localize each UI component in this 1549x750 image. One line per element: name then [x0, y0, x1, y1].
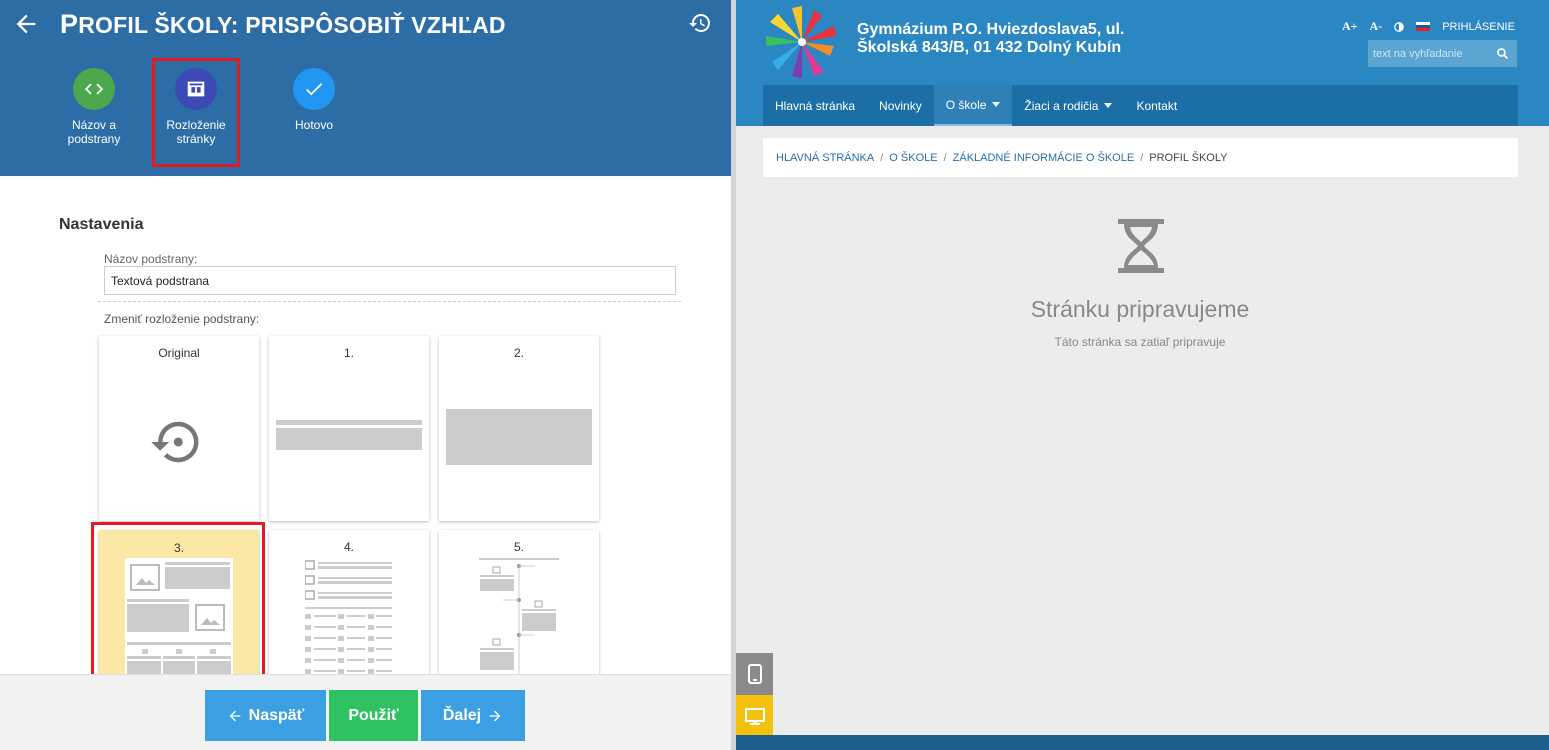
- nav-item-label: Hlavná stránka: [775, 98, 856, 113]
- apply-button[interactable]: Použiť: [329, 690, 418, 741]
- caret-down-icon: [992, 102, 1001, 107]
- step-page-layout[interactable]: Rozloženie stránky: [152, 58, 240, 167]
- login-link[interactable]: PRIHLÁSENIE: [1442, 21, 1515, 33]
- preview-bottom-bar: [736, 735, 1549, 750]
- wip-subtitle: Táto stránka sa zatiaľ pripravuje: [1054, 335, 1226, 349]
- contrast-icon[interactable]: [1394, 21, 1405, 32]
- editor-title-initial: P: [60, 9, 79, 39]
- breadcrumb-separator: /: [943, 151, 947, 164]
- nav-item-students-parents[interactable]: Žiaci a rodičia: [1012, 85, 1124, 126]
- layout-grid: Original 1. 2. 3. 4. 5.: [0, 330, 731, 674]
- site-search-input[interactable]: [1368, 40, 1496, 67]
- next-button[interactable]: Ďalej: [421, 690, 525, 741]
- font-decrease-button[interactable]: A-: [1370, 19, 1383, 34]
- site-tools: A+ A- PRIHLÁSENIE: [1342, 19, 1515, 34]
- editor-title: PROFIL ŠKOLY: PRISPÔSOBIŤ VZHĽAD: [60, 9, 506, 40]
- layout-3-preview: [125, 558, 233, 674]
- subpage-name-label: Názov podstrany:: [104, 252, 198, 266]
- caret-down-icon: [1104, 103, 1113, 108]
- restore-icon: [151, 421, 199, 463]
- layout-card-4[interactable]: 4.: [269, 530, 429, 674]
- nav-item-label: Kontakt: [1136, 98, 1178, 113]
- layout-1-preview: [276, 420, 422, 450]
- desktop-icon: [744, 707, 765, 725]
- back-arrow-icon[interactable]: [12, 10, 40, 38]
- divider-line: [98, 301, 681, 302]
- step-2-label: Rozloženie stránky: [166, 118, 226, 146]
- step-3-circle: [293, 68, 335, 110]
- layout-card-1[interactable]: 1.: [269, 336, 429, 521]
- subpage-name-input[interactable]: [104, 266, 676, 295]
- editor-title-rest: ROFIL ŠKOLY: PRISPÔSOBIŤ VZHĽAD: [78, 12, 506, 38]
- layout-card-label: 5.: [513, 540, 524, 554]
- breadcrumb-separator: /: [1140, 151, 1144, 164]
- site-search: [1368, 40, 1517, 67]
- layout-card-2[interactable]: 2.: [439, 336, 599, 521]
- editor-panel: PROFIL ŠKOLY: PRISPÔSOBIŤ VZHĽAD Názov a…: [0, 0, 731, 750]
- layout-4-preview: [305, 560, 392, 674]
- layout-card-label: 3.: [173, 541, 184, 555]
- hourglass-icon: [1118, 219, 1164, 273]
- nav-item-home[interactable]: Hlavná stránka: [763, 85, 867, 126]
- layout-card-3[interactable]: 3.: [99, 530, 259, 674]
- nav-item-label: Novinky: [879, 98, 922, 113]
- breadcrumb: HLAVNÁ STRÁNKA / O ŠKOLE / ZÁKLADNÉ INFO…: [763, 138, 1518, 177]
- wip-title: Stránku pripravujeme: [1030, 296, 1250, 322]
- step-done[interactable]: Hotovo: [280, 68, 348, 132]
- app: PROFIL ŠKOLY: PRISPÔSOBIŤ VZHĽAD Názov a…: [0, 0, 1549, 750]
- breadcrumb-basic-info[interactable]: ZÁKLADNÉ INFORMÁCIE O ŠKOLE: [953, 152, 1135, 164]
- site-preview: Gymnázium P.O. Hviezdoslava5, ul. Školsk…: [736, 0, 1549, 750]
- history-icon[interactable]: [688, 11, 712, 35]
- site-header: Gymnázium P.O. Hviezdoslava5, ul. Školsk…: [736, 0, 1549, 126]
- back-button[interactable]: Naspäť: [205, 690, 326, 741]
- layout-card-original[interactable]: Original: [99, 336, 259, 521]
- next-button-label: Ďalej: [442, 706, 482, 724]
- mobile-icon: [747, 664, 762, 684]
- nav-item-about-school[interactable]: O škole: [933, 85, 1013, 126]
- layout-card-label: 4.: [343, 540, 354, 554]
- check-icon: [306, 83, 323, 96]
- font-increase-button[interactable]: A+: [1342, 19, 1358, 34]
- breadcrumb-about[interactable]: O ŠKOLE: [889, 152, 937, 164]
- layout-card-label: 1.: [343, 346, 354, 360]
- layout-icon: [187, 81, 205, 97]
- apply-button-label: Použiť: [348, 706, 399, 724]
- step-1-circle: [73, 68, 115, 110]
- editor-footer: Naspäť Použiť Ďalej: [0, 674, 731, 750]
- site-name-line2: Školská 843/B, 01 432 Dolný Kubín: [857, 39, 1122, 56]
- desktop-preview-toggle[interactable]: [736, 695, 773, 738]
- layout-2-preview: [446, 409, 592, 465]
- step-name-and-subpages[interactable]: Názov a podstrany: [58, 68, 130, 146]
- layout-card-label: Original: [158, 346, 200, 360]
- layout-label: Zmeniť rozloženie podstrany:: [104, 312, 260, 326]
- layout-5-preview: [479, 558, 559, 674]
- school-logo[interactable]: [762, 2, 842, 82]
- search-icon[interactable]: [1496, 47, 1509, 60]
- editor-header: PROFIL ŠKOLY: PRISPÔSOBIŤ VZHĽAD Názov a…: [0, 0, 731, 176]
- code-icon: [84, 83, 104, 95]
- nav-item-label: O škole: [945, 97, 987, 112]
- layout-card-label: 2.: [513, 346, 524, 360]
- mobile-preview-toggle[interactable]: [736, 653, 773, 695]
- settings-title: Nastavenia: [59, 216, 144, 233]
- step-1-label: Názov a podstrany: [67, 118, 121, 146]
- language-flag-icon[interactable]: [1416, 22, 1431, 31]
- nav-item-contact[interactable]: Kontakt: [1124, 85, 1189, 126]
- back-button-label: Naspäť: [248, 706, 305, 724]
- breadcrumb-separator: /: [880, 151, 884, 164]
- breadcrumb-home[interactable]: HLAVNÁ STRÁNKA: [776, 152, 874, 164]
- step-2-circle: [175, 68, 217, 110]
- arrow-left-icon: [229, 710, 240, 721]
- arrow-right-icon: [489, 710, 501, 721]
- site-name: Gymnázium P.O. Hviezdoslava5, ul. Školsk…: [857, 21, 1124, 57]
- site-name-line1: Gymnázium P.O. Hviezdoslava5, ul.: [857, 21, 1125, 38]
- nav-item-label: Žiaci a rodičia: [1024, 98, 1099, 113]
- breadcrumb-current: PROFIL ŠKOLY: [1149, 151, 1228, 164]
- layout-card-5[interactable]: 5.: [439, 530, 599, 674]
- nav-item-news[interactable]: Novinky: [867, 85, 934, 126]
- site-nav: Hlavná stránka Novinky O škole Žiaci a r…: [763, 85, 1518, 126]
- step-3-label: Hotovo: [294, 118, 334, 132]
